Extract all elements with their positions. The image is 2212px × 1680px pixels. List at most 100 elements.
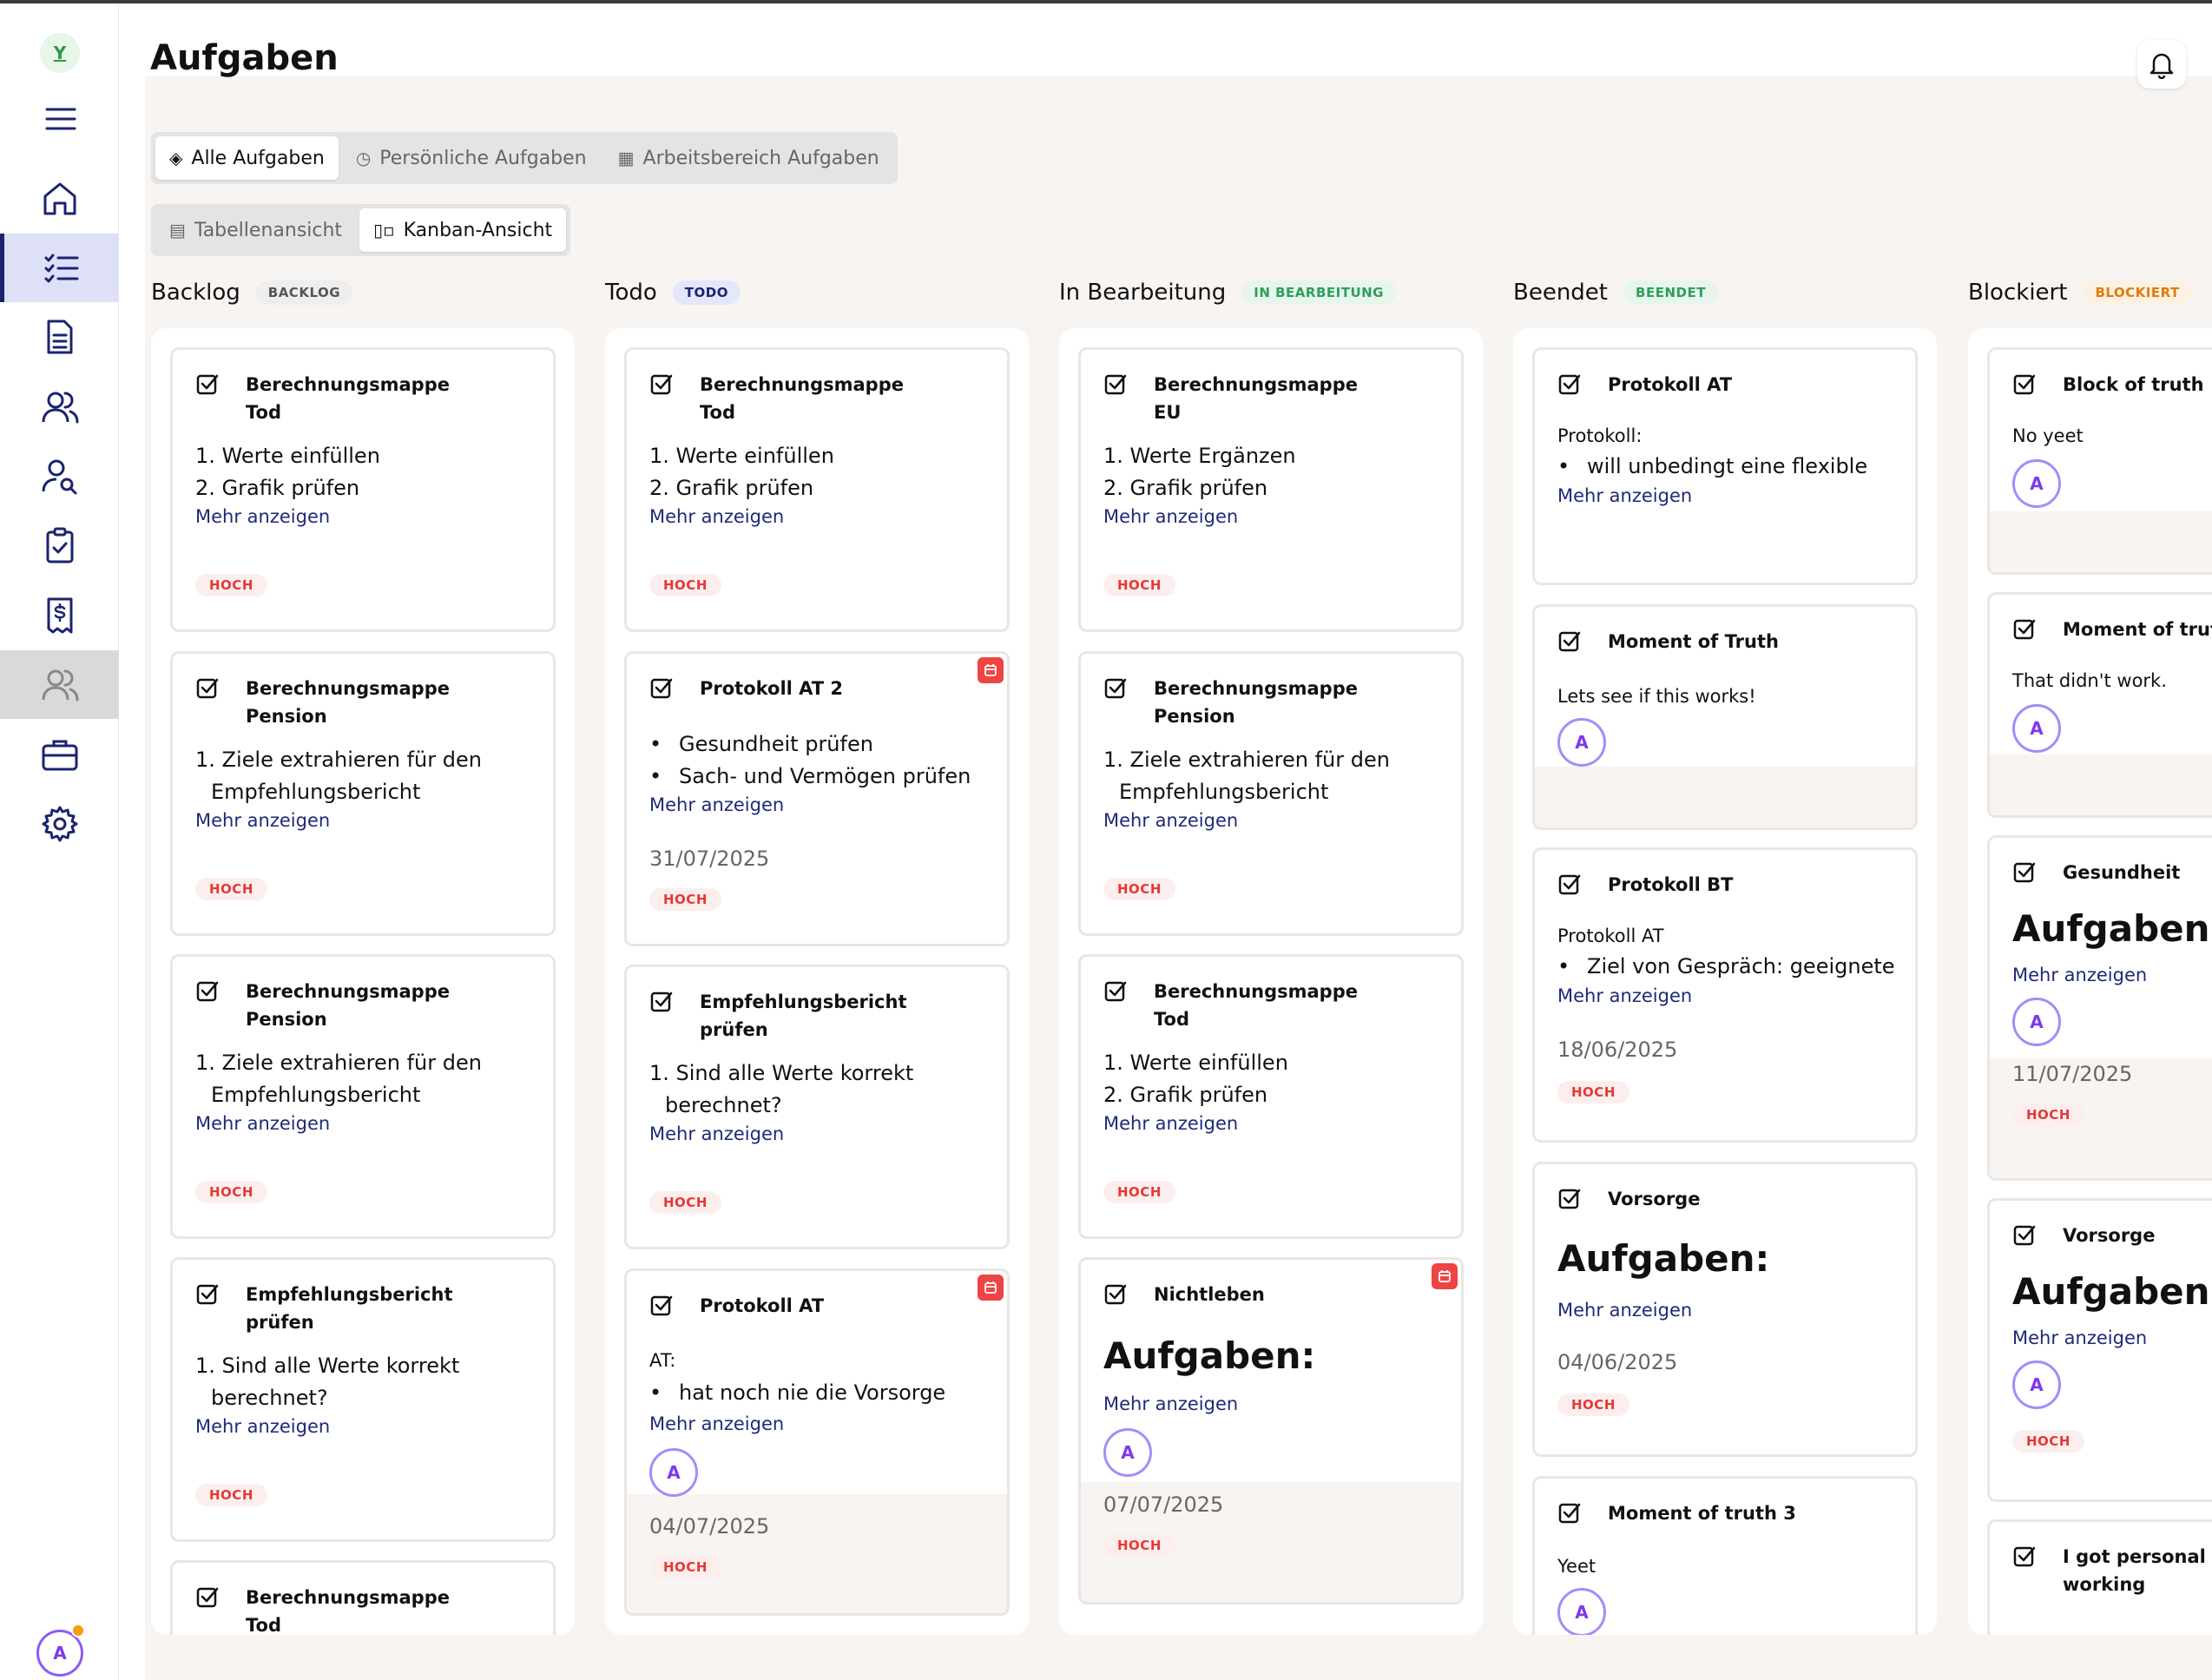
task-card[interactable]: Nichtleben Aufgaben: Mehr anzeigen A 07/… xyxy=(1078,1257,1464,1604)
tab-table-view[interactable]: ▤ Tabellenansicht xyxy=(155,208,356,252)
task-title: Gesundheit xyxy=(2063,862,2181,883)
sidebar-item-contacts[interactable] xyxy=(0,372,119,441)
show-more-link[interactable]: Mehr anzeigen xyxy=(649,794,784,815)
task-check-icon xyxy=(196,1284,219,1305)
task-check-icon xyxy=(650,678,673,699)
priority-badge: HOCH xyxy=(1103,1181,1175,1203)
show-more-link[interactable]: Mehr anzeigen xyxy=(1103,1393,1238,1414)
show-more-link[interactable]: Mehr anzeigen xyxy=(1103,810,1238,831)
assignee-avatar[interactable]: A xyxy=(1557,718,1606,767)
task-card[interactable]: Berechnungsmappe Tod 1. Werte einfüllen 2… xyxy=(170,347,556,632)
task-description: 1. Werte einfüllen 2. Grafik prüfen xyxy=(649,444,834,500)
task-card[interactable]: Gesundheit Aufgaben: Mehr anzeigen A 11/… xyxy=(1987,835,2212,1181)
tab-workspace-tasks[interactable]: ▦ Arbeitsbereich Aufgaben xyxy=(604,136,893,180)
sidebar-item-billing[interactable] xyxy=(0,581,119,649)
hamburger-menu-icon[interactable] xyxy=(42,102,80,136)
show-more-link[interactable]: Mehr anzeigen xyxy=(1103,506,1238,527)
kanban-column-done: Protokoll AT Protokoll: will unbedingt e… xyxy=(1513,328,1937,1635)
sidebar-item-portfolio[interactable] xyxy=(0,720,119,788)
user-search-icon xyxy=(42,459,76,494)
show-more-link[interactable]: Mehr anzeigen xyxy=(1103,1113,1238,1134)
show-more-link[interactable]: Mehr anzeigen xyxy=(1557,985,1692,1006)
task-check-icon xyxy=(2013,619,2036,640)
task-card[interactable]: Berechnungsmappe EU 1. Werte Ergänzen 2. … xyxy=(1078,347,1464,632)
task-card[interactable]: Moment of truth That didn't work. A xyxy=(1987,592,2212,818)
sidebar-item-tasks[interactable] xyxy=(0,234,119,302)
task-title: Moment of Truth xyxy=(1608,631,1779,652)
task-card[interactable]: Vorsorge Aufgaben: Mehr anzeigen A HOCH xyxy=(1987,1198,2212,1502)
task-card[interactable]: Berechnungsmappe Pension 1. Ziele extrah… xyxy=(170,651,556,936)
assignee-avatar[interactable]: A xyxy=(2012,459,2061,508)
show-more-link[interactable]: Mehr anzeigen xyxy=(1557,485,1692,506)
task-title: Berechnungsmappe Pension xyxy=(1154,678,1358,727)
bell-icon xyxy=(2149,53,2174,79)
sidebar-item-checklist[interactable] xyxy=(0,511,119,580)
task-card[interactable]: Berechnungsmappe Tod xyxy=(170,1560,556,1635)
show-more-link[interactable]: Mehr anzeigen xyxy=(649,1413,784,1434)
app-logo[interactable]: Y xyxy=(40,33,80,73)
show-more-link[interactable]: Mehr anzeigen xyxy=(2012,965,2147,985)
assignee-avatar[interactable]: A xyxy=(2012,704,2061,753)
sidebar-item-settings[interactable] xyxy=(0,789,119,858)
calendar-alert-icon xyxy=(978,1275,1004,1301)
task-card[interactable]: Moment of truth 3 Yeet A xyxy=(1532,1476,1918,1635)
tab-kanban-view[interactable]: ▯▫ Kanban-Ansicht xyxy=(359,208,567,252)
assignee-avatar[interactable]: A xyxy=(1103,1428,1152,1477)
tab-personal-tasks[interactable]: ◷ Persönliche Aufgaben xyxy=(342,136,601,180)
task-card[interactable]: Block of truth No yeet A xyxy=(1987,347,2212,575)
status-badge: TODO xyxy=(672,280,741,305)
task-card[interactable]: Protokoll AT AT: hat noch nie die Vorsor… xyxy=(624,1268,1010,1616)
kanban-column-in-progress: Berechnungsmappe EU 1. Werte Ergänzen 2. … xyxy=(1059,328,1483,1635)
task-title: I got personal working xyxy=(2063,1546,2206,1595)
column-header-blocked: Blockiert BLOCKIERT xyxy=(1968,273,2192,313)
clipboard-check-icon xyxy=(46,527,73,563)
task-card[interactable]: Berechnungsmappe Tod 1. Werte einfüllen 2… xyxy=(624,347,1010,632)
show-more-link[interactable]: Mehr anzeigen xyxy=(195,1416,330,1437)
priority-badge: HOCH xyxy=(1103,574,1175,596)
task-card[interactable]: I got personal working xyxy=(1987,1519,2212,1635)
task-check-icon xyxy=(1104,374,1127,395)
show-more-link[interactable]: Mehr anzeigen xyxy=(195,506,330,527)
sidebar-item-documents[interactable] xyxy=(0,303,119,372)
show-more-link[interactable]: Mehr anzeigen xyxy=(195,810,330,831)
task-title: Protokoll AT xyxy=(1608,374,1733,395)
task-description: 1. Werte einfüllen 2. Grafik prüfen xyxy=(1103,1051,1288,1107)
show-more-link[interactable]: Mehr anzeigen xyxy=(649,506,784,527)
task-card[interactable]: Protokoll BT Protokoll AT Ziel von Gespr… xyxy=(1532,847,1918,1143)
task-card[interactable]: Berechnungsmappe Pension 1. Ziele extrah… xyxy=(1078,651,1464,936)
task-description: Gesundheit prüfenSach- und Vermögen prüf… xyxy=(649,728,990,793)
task-check-icon xyxy=(1558,874,1581,895)
task-bullets: will unbedingt eine flexible xyxy=(1557,451,1898,483)
sidebar-item-user-search[interactable] xyxy=(0,442,119,511)
sidebar-item-team[interactable] xyxy=(0,650,119,719)
task-card[interactable]: Protokoll AT 2 Gesundheit prüfenSach- un… xyxy=(624,651,1010,946)
priority-badge: HOCH xyxy=(195,1484,267,1506)
show-more-link[interactable]: Mehr anzeigen xyxy=(2012,1328,2147,1348)
task-description: 1. Ziele extrahieren für den Empfehlungs… xyxy=(195,748,482,804)
scope-filter: ◈ Alle Aufgaben ◷ Persönliche Aufgaben ▦ Ar… xyxy=(151,132,898,184)
task-card[interactable]: Berechnungsmappe Tod 1. Werte einfüllen 2… xyxy=(1078,954,1464,1239)
show-more-link[interactable]: Mehr anzeigen xyxy=(649,1123,784,1144)
task-title: Moment of truth xyxy=(2063,619,2212,640)
assignee-avatar[interactable]: A xyxy=(649,1448,698,1497)
task-check-icon xyxy=(1558,1503,1581,1524)
task-card[interactable]: Empfehlungsbericht prüfen 1. Sind alle W… xyxy=(170,1257,556,1542)
task-card[interactable]: Moment of Truth Lets see if this works! … xyxy=(1532,604,1918,830)
notifications-button[interactable] xyxy=(2137,40,2186,89)
tab-all-tasks[interactable]: ◈ Alle Aufgaben xyxy=(155,136,339,180)
column-header-todo: Todo TODO xyxy=(605,273,741,313)
task-card[interactable]: Empfehlungsbericht prüfen 1. Sind alle W… xyxy=(624,965,1010,1249)
task-card[interactable]: Berechnungsmappe Pension 1. Ziele extrah… xyxy=(170,954,556,1239)
assignee-avatar[interactable]: A xyxy=(1557,1588,1606,1635)
show-more-link[interactable]: Mehr anzeigen xyxy=(195,1113,330,1134)
task-card[interactable]: Protokoll AT Protokoll: will unbedingt e… xyxy=(1532,347,1918,585)
task-check-icon xyxy=(1558,374,1581,395)
assignee-avatar[interactable]: A xyxy=(2012,1360,2061,1409)
sidebar-item-home[interactable] xyxy=(0,164,119,233)
users-icon xyxy=(42,392,78,423)
assignee-avatar[interactable]: A xyxy=(2012,998,2061,1046)
priority-badge: HOCH xyxy=(649,1191,721,1214)
task-card[interactable]: Vorsorge Aufgaben: Mehr anzeigen 04/06/2… xyxy=(1532,1162,1918,1457)
task-description: Protokoll: xyxy=(1557,425,1643,446)
show-more-link[interactable]: Mehr anzeigen xyxy=(1557,1300,1692,1321)
